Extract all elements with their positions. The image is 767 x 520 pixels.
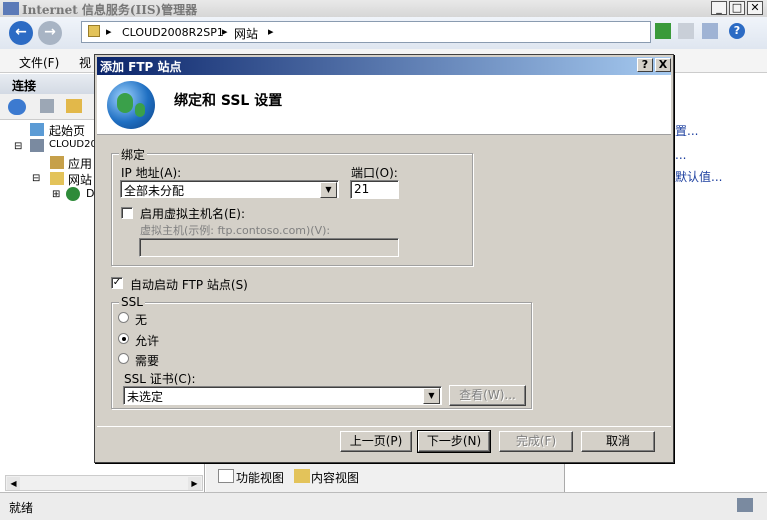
view-cert-button[interactable]: 查看(W)... <box>449 385 526 406</box>
connect-icon[interactable] <box>8 99 26 115</box>
ssl-cert-select[interactable]: 未选定 ▼ <box>123 386 442 405</box>
close-icon[interactable]: ✕ <box>747 1 763 15</box>
finish-button[interactable]: 完成(F) <box>499 431 573 452</box>
stop-icon[interactable] <box>678 23 694 39</box>
tree-item-start[interactable]: 起始页 <box>49 122 85 139</box>
forward-arrow-icon[interactable]: → <box>38 21 62 45</box>
virtual-host-input[interactable] <box>139 238 399 257</box>
globe-icon <box>107 81 155 129</box>
server-icon <box>30 139 44 152</box>
dropdown-arrow-icon[interactable]: ▼ <box>423 388 440 404</box>
tab-features-view[interactable]: 功能视图 <box>236 469 284 486</box>
binding-group-label: 绑定 <box>119 146 148 163</box>
horizontal-scrollbar[interactable]: ◀ ▶ <box>5 475 203 491</box>
autostart-checkbox[interactable]: ✓ <box>111 277 123 289</box>
globe-icon <box>66 187 80 201</box>
status-bar: 就绪 <box>0 492 767 520</box>
ssl-none-radio[interactable] <box>118 312 129 323</box>
previous-button[interactable]: 上一页(P) <box>340 431 412 452</box>
window-title-bar: Internet 信息服务(IIS)管理器 _ □ ✕ <box>0 0 767 17</box>
action-link[interactable]: 置... <box>675 122 698 139</box>
tree-item-apppools[interactable]: 应用 <box>68 155 92 172</box>
ssl-group-label: SSL <box>119 295 145 309</box>
home-icon[interactable] <box>702 23 718 39</box>
network-status-icon <box>737 498 753 512</box>
address-box[interactable]: ▸ CLOUD2008R2SP1 ▸ 网站 ▸ <box>81 21 651 43</box>
dialog-header: 绑定和 SSL 设置 <box>97 75 671 135</box>
maximize-icon[interactable]: □ <box>729 1 745 15</box>
ip-address-select[interactable]: 全部未分配 ▼ <box>120 180 339 198</box>
view-tabs: 功能视图 内容视图 <box>206 462 564 492</box>
menu-file[interactable]: 文件(F) <box>19 54 59 71</box>
tree-collapse-icon[interactable]: ⊟ <box>14 141 22 152</box>
server-icon <box>88 25 100 37</box>
sites-folder-icon <box>50 172 64 185</box>
back-arrow-icon[interactable]: ← <box>9 21 33 45</box>
dialog-separator <box>97 426 671 427</box>
address-bar-row: ← → ▸ CLOUD2008R2SP1 ▸ 网站 ▸ ? <box>0 17 767 49</box>
folder-up-icon[interactable] <box>66 99 82 113</box>
autostart-label: 自动启动 FTP 站点(S) <box>130 278 248 292</box>
help-icon[interactable]: ? <box>729 23 745 39</box>
page-heading: 绑定和 SSL 设置 <box>174 93 283 109</box>
ip-address-label: IP 地址(A): <box>121 166 182 180</box>
ssl-allow-radio[interactable] <box>118 333 129 344</box>
dialog-title-bar: 添加 FTP 站点 ? X <box>97 57 671 75</box>
scroll-right-icon[interactable]: ▶ <box>188 477 201 490</box>
action-link[interactable]: 默认值... <box>675 168 722 185</box>
tab-content-view[interactable]: 内容视图 <box>311 469 359 486</box>
address-segment[interactable]: CLOUD2008R2SP1 <box>122 26 224 39</box>
tree-collapse-icon[interactable]: ⊟ <box>32 173 40 184</box>
dialog-title: 添加 FTP 站点 <box>100 60 182 74</box>
action-link[interactable]: ... <box>675 148 686 162</box>
tree-expand-icon[interactable]: ⊞ <box>52 189 60 200</box>
port-input[interactable]: 21 <box>350 180 399 199</box>
tree-item-sites[interactable]: 网站 <box>68 171 92 188</box>
virtual-host-checkbox[interactable] <box>121 207 133 219</box>
refresh-icon[interactable] <box>655 23 671 39</box>
scroll-left-icon[interactable]: ◀ <box>7 477 20 490</box>
ssl-require-radio[interactable] <box>118 353 129 364</box>
cancel-button[interactable]: 取消 <box>581 431 655 452</box>
features-view-icon <box>218 469 234 483</box>
add-ftp-site-dialog: 添加 FTP 站点 ? X 绑定和 SSL 设置 绑定 IP 地址(A): 全部… <box>94 54 674 463</box>
help-button[interactable]: ? <box>637 58 653 72</box>
next-button[interactable]: 下一步(N) <box>417 430 491 453</box>
iis-app-icon <box>3 2 19 15</box>
dropdown-arrow-icon[interactable]: ▼ <box>320 182 337 198</box>
ssl-allow-label: 允许 <box>135 334 160 348</box>
close-button[interactable]: X <box>655 58 671 72</box>
content-view-icon <box>294 469 310 483</box>
virtual-host-check-label: 启用虚拟主机名(E): <box>140 207 245 221</box>
window-title: Internet 信息服务(IIS)管理器 <box>22 3 198 17</box>
address-segment[interactable]: 网站 <box>234 25 258 42</box>
ssl-cert-label: SSL 证书(C): <box>124 372 196 386</box>
start-page-icon <box>30 123 44 136</box>
save-icon[interactable] <box>40 99 54 113</box>
app-pools-icon <box>50 156 64 169</box>
virtual-host-label: 虚拟主机(示例: ftp.contoso.com)(V): <box>140 224 331 237</box>
ssl-none-label: 无 <box>135 313 148 327</box>
minimize-icon[interactable]: _ <box>711 1 727 15</box>
ssl-require-label: 需要 <box>135 354 160 368</box>
menu-view[interactable]: 视 <box>79 54 91 71</box>
port-label: 端口(O): <box>351 166 398 180</box>
status-text: 就绪 <box>9 501 34 515</box>
